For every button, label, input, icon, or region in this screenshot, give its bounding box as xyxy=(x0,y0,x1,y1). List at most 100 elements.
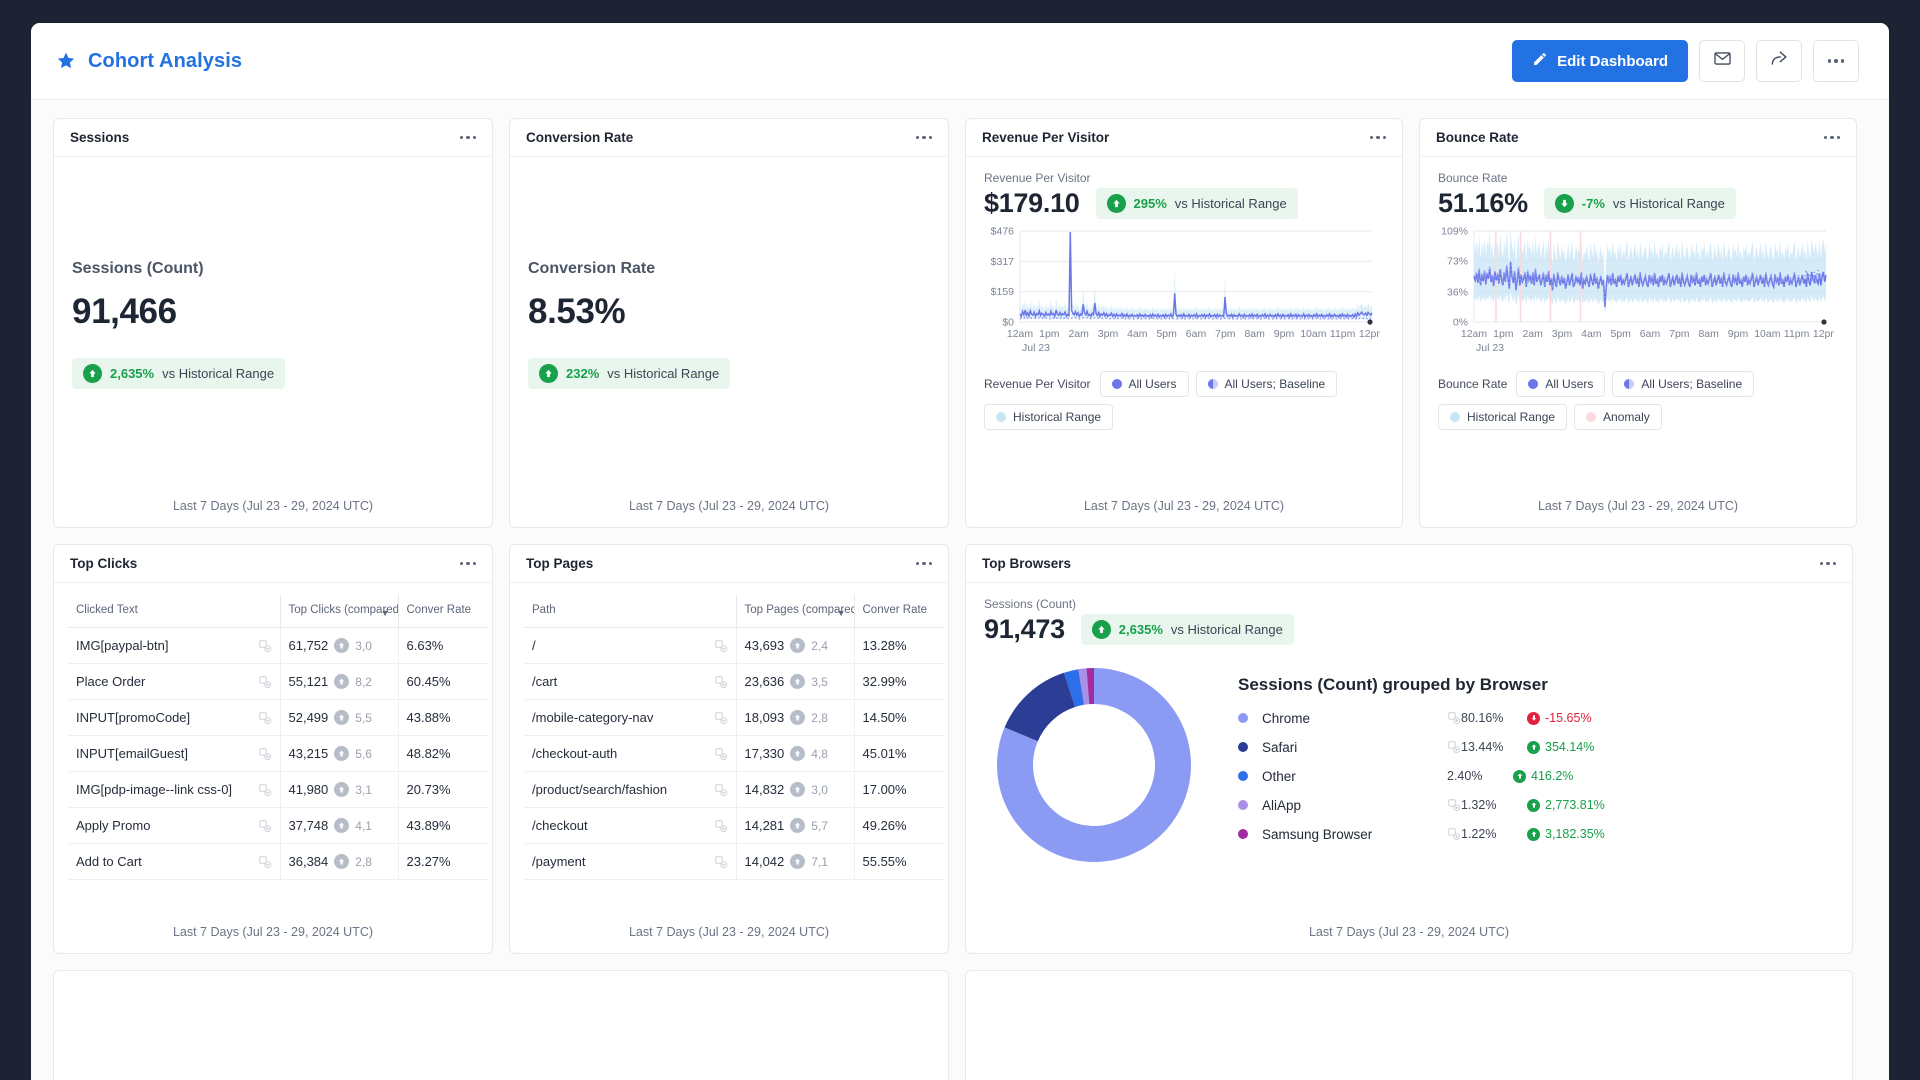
table-row[interactable]: IMG[paypal-btn] 61,752 3,0 6.63% xyxy=(68,627,488,665)
legend-item-historical-range[interactable]: Historical Range xyxy=(1438,404,1568,430)
copy-icon[interactable] xyxy=(714,639,728,653)
legend-item-all-users[interactable]: All Users xyxy=(1516,371,1606,397)
cell-rate: 23.27% xyxy=(398,843,488,881)
star-icon[interactable] xyxy=(56,51,76,71)
cell-rate: 32.99% xyxy=(854,663,944,701)
row-rate: 43.89% xyxy=(406,818,451,834)
edit-dashboard-label: Edit Dashboard xyxy=(1557,52,1668,70)
column-header-top-pages[interactable]: ▼Top Pages (compared... xyxy=(736,595,855,629)
card-footer: Last 7 Days (Jul 23 - 29, 2024 UTC) xyxy=(628,925,830,939)
table-row[interactable]: /mobile-category-nav 18,093 2,8 14.50% xyxy=(524,699,944,737)
legend-item-anomaly[interactable]: Anomaly xyxy=(1574,404,1662,430)
column-header-conversion-rate[interactable]: Conver Rate xyxy=(398,595,488,629)
revenue-chart-svg: $476 $317 $159 $012am 1pm 2am 3pm 4am 5pm 6am 7pm 8… xyxy=(991,226,1386,355)
card-menu-icon[interactable] xyxy=(1823,135,1840,140)
row-rate: 13.28% xyxy=(862,638,907,654)
legend-item-historical-range[interactable]: Historical Range xyxy=(984,404,1114,430)
card-title: Bounce Rate xyxy=(1436,130,1519,145)
card-menu-icon[interactable] xyxy=(915,561,932,566)
browser-legend-row[interactable]: Other 2.40% 416.2% xyxy=(1238,769,1834,784)
copy-icon[interactable] xyxy=(714,675,728,689)
copy-icon[interactable] xyxy=(714,855,728,869)
edit-dashboard-button[interactable]: Edit Dashboard xyxy=(1512,40,1688,82)
status-badge: 232% vs Historical Range xyxy=(528,357,731,389)
row-rate: 60.45% xyxy=(406,674,451,690)
table-row[interactable]: / 43,693 2,4 13.28% xyxy=(524,627,944,665)
cell-name: /cart xyxy=(524,663,737,701)
row-label: /product/search/fashion xyxy=(532,782,668,798)
card-menu-icon[interactable] xyxy=(1819,561,1836,566)
row-delta: 5,7 xyxy=(811,818,828,833)
column-header-clicked-text[interactable]: Clicked Text xyxy=(68,595,281,629)
table-row[interactable]: /payment 14,042 7,1 55.55% xyxy=(524,843,944,881)
table-row[interactable]: Place Order 55,121 8,2 60.45% xyxy=(68,663,488,701)
card-menu-icon[interactable] xyxy=(915,135,932,140)
row-delta: 3,0 xyxy=(355,638,372,653)
copy-icon[interactable] xyxy=(258,639,272,653)
card-menu-icon[interactable] xyxy=(1369,135,1386,140)
column-header-path[interactable]: Path xyxy=(524,595,737,629)
browser-donut-chart[interactable] xyxy=(984,655,1204,875)
dashboard-grid: Sessions Sessions (Count) 91,466 2,635% xyxy=(31,100,1889,1080)
arrow-up-icon xyxy=(334,782,350,798)
copy-icon[interactable] xyxy=(258,747,272,761)
card-conversion-rate: Conversion Rate Conversion Rate 8.53% 23… xyxy=(509,118,949,528)
arrow-up-icon xyxy=(790,818,806,834)
revenue-sparkline-chart[interactable]: $476 $317 $159 $0 12am 1pm 2am 3pm 4am 5pm 6am 7pm 8… xyxy=(966,219,1402,365)
legend-item-baseline[interactable]: All Users; Baseline xyxy=(1195,371,1338,397)
chart-title: Sessions (Count) grouped by Browser xyxy=(1238,674,1548,694)
copy-icon[interactable] xyxy=(1447,798,1461,812)
browser-legend-row[interactable]: Samsung Browser 1.22% 3,182.35% xyxy=(1238,827,1834,842)
column-header-conversion-rate[interactable]: Conver Rate xyxy=(854,595,944,629)
table-row[interactable]: /checkout-auth 17,330 4,8 45.01% xyxy=(524,735,944,773)
row-label: INPUT[promoCode] xyxy=(76,710,191,726)
legend-item-baseline[interactable]: All Users; Baseline xyxy=(1612,371,1755,397)
metric-label: Revenue Per Visitor xyxy=(984,171,1091,185)
copy-icon[interactable] xyxy=(258,783,272,797)
table-row[interactable]: INPUT[promoCode] 52,499 5,5 43.88% xyxy=(68,699,488,737)
copy-icon[interactable] xyxy=(714,783,728,797)
svg-text:3pm: 3pm xyxy=(1098,328,1119,340)
browser-legend-row[interactable]: Chrome 80.16% -15.65% xyxy=(1238,711,1834,726)
copy-icon[interactable] xyxy=(258,855,272,869)
status-badge: 2,635% vs Historical Range xyxy=(1080,614,1294,645)
table-row[interactable]: Add to Cart 36,384 2,8 23.27% xyxy=(68,843,488,881)
browser-percent: 1.22% xyxy=(1461,827,1497,841)
svg-text:9pm: 9pm xyxy=(1728,328,1749,340)
copy-icon[interactable] xyxy=(714,819,728,833)
bounce-sparkline-chart[interactable]: 109% 73% 36% 0% 12am 1pm 2am 3pm 4am 5pm 6am 7pm 8am… xyxy=(1420,219,1856,365)
row-rate: 14.50% xyxy=(862,710,907,726)
copy-icon[interactable] xyxy=(258,819,272,833)
legend-swatch xyxy=(996,412,1006,422)
table-row[interactable]: Apply Promo 37,748 4,1 43.89% xyxy=(68,807,488,845)
table-row[interactable]: IMG[pdp-image--link css-0] 41,980 3,1 20.73… xyxy=(68,771,488,809)
table-row[interactable]: /checkout 14,281 5,7 49.26% xyxy=(524,807,944,845)
copy-icon[interactable] xyxy=(1447,711,1461,725)
svg-text:10am: 10am xyxy=(1754,328,1781,340)
column-header-top-clicks[interactable]: ▼ Top Clicks (compared... xyxy=(280,595,399,629)
browser-legend-row[interactable]: AliApp 1.32% 2,773.81% xyxy=(1238,798,1834,813)
email-button[interactable] xyxy=(1699,40,1745,82)
donut-segment[interactable] xyxy=(1004,672,1076,742)
copy-icon[interactable] xyxy=(258,711,272,725)
table-row[interactable]: /product/search/fashion 14,832 3,0 17.00% xyxy=(524,771,944,809)
table-row[interactable]: INPUT[emailGuest] 43,215 5,6 48.82% xyxy=(68,735,488,773)
more-options-button[interactable] xyxy=(1813,40,1859,82)
card-menu-icon[interactable] xyxy=(459,135,476,140)
share-button[interactable] xyxy=(1756,40,1802,82)
cell-rate: 43.89% xyxy=(398,807,488,845)
browser-legend-row[interactable]: Safari 13.44% 354.14% xyxy=(1238,740,1834,755)
card-partial-2 xyxy=(965,970,1853,1080)
copy-icon[interactable] xyxy=(1447,740,1461,754)
legend-item-all-users[interactable]: All Users xyxy=(1099,371,1189,397)
card-menu-icon[interactable] xyxy=(459,561,476,566)
copy-icon[interactable] xyxy=(1447,827,1461,841)
card-row-3-partial xyxy=(53,970,1867,1080)
copy-icon[interactable] xyxy=(714,747,728,761)
browser-delta-value: -15.65% xyxy=(1545,711,1592,725)
copy-icon[interactable] xyxy=(258,675,272,689)
row-delta: 5,5 xyxy=(355,710,372,725)
copy-icon[interactable] xyxy=(714,711,728,725)
table-row[interactable]: /cart 23,636 3,5 32.99% xyxy=(524,663,944,701)
browser-percent: 2.40% xyxy=(1447,769,1483,783)
